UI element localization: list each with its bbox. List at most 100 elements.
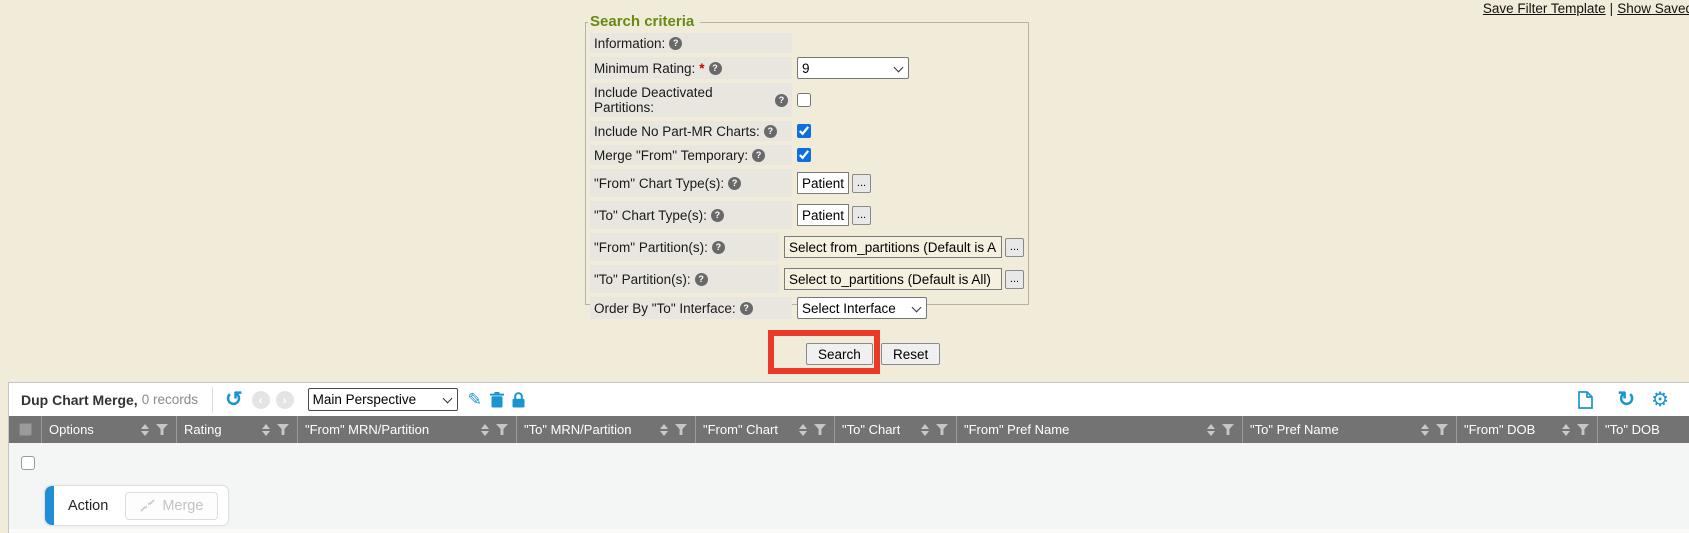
row-checkbox[interactable] [21, 456, 35, 470]
include-deactivated-partitions-label: Include Deactivated Partitions: [594, 85, 771, 115]
perspective-select-wrap: Main Perspective [308, 388, 458, 411]
help-icon[interactable]: ? [728, 177, 741, 190]
header-select-all [9, 416, 42, 443]
filter-icon[interactable] [277, 424, 289, 435]
required-asterisk: * [699, 61, 704, 76]
merge-icon [140, 499, 155, 512]
dup-chart-merge-grid: Dup Chart Merge, 0 records ↺ ‹ › Main Pe… [8, 382, 1689, 533]
filter-icon[interactable] [675, 424, 687, 435]
to-chart-types-input[interactable] [797, 204, 849, 226]
column-header-from-dob[interactable]: "From" DOB [1457, 416, 1598, 443]
column-header-to-pref-name[interactable]: "To" Pref Name [1243, 416, 1457, 443]
new-document-icon[interactable] [1578, 391, 1593, 409]
sort-icon[interactable] [921, 424, 929, 436]
merge-button[interactable]: Merge [125, 492, 218, 520]
settings-gear-icon[interactable]: ⚙ [1651, 390, 1669, 410]
include-deactivated-partitions-checkbox[interactable] [797, 93, 811, 107]
help-icon[interactable]: ? [764, 125, 777, 138]
merge-from-temporary-checkbox[interactable] [797, 148, 811, 162]
to-chart-types-label: "To" Chart Type(s): [594, 208, 707, 223]
action-label: Action [54, 498, 125, 514]
row-minimum-rating: Minimum Rating: *? 9 [590, 57, 1024, 79]
toolbar-divider [212, 387, 213, 413]
search-button[interactable]: Search [806, 343, 873, 365]
sort-icon[interactable] [1421, 424, 1429, 436]
filter-icon[interactable] [1436, 424, 1448, 435]
previous-page-icon[interactable]: ‹ [252, 391, 270, 409]
to-partitions-label: "To" Partition(s): [594, 272, 691, 287]
select-all-checkbox[interactable] [19, 423, 32, 436]
sort-icon[interactable] [660, 424, 668, 436]
refresh-icon[interactable]: ↻ [1617, 389, 1635, 410]
to-partitions-browse-button[interactable]: ... [1005, 270, 1024, 289]
row-order-by-to-interface: Order By "To" Interface:? Select Interfa… [590, 297, 1024, 319]
sort-icon[interactable] [141, 424, 149, 436]
from-chart-types-input[interactable] [797, 172, 849, 194]
sort-icon[interactable] [1562, 424, 1570, 436]
row-from-chart-types: "From" Chart Type(s):? ... [590, 169, 1024, 197]
save-filter-template-link[interactable]: Save Filter Template [1483, 1, 1606, 16]
grid-title: Dup Chart Merge, [21, 392, 138, 408]
help-icon[interactable]: ? [695, 273, 708, 286]
perspective-select[interactable]: Main Perspective [308, 388, 458, 411]
row-from-partitions: "From" Partition(s):? ... [590, 233, 1024, 261]
action-panel: Action Merge [44, 485, 229, 526]
minimum-rating-select-wrap: 9 [797, 57, 909, 79]
merge-button-label: Merge [162, 498, 203, 514]
filter-icon[interactable] [156, 424, 168, 435]
filter-icon[interactable] [1577, 424, 1589, 435]
grid-toolbar: Dup Chart Merge, 0 records ↺ ‹ › Main Pe… [9, 383, 1689, 416]
to-partitions-input[interactable] [784, 268, 1002, 290]
column-header-from-mrn-partition[interactable]: "From" MRN/Partition [298, 416, 517, 443]
filter-icon[interactable] [936, 424, 948, 435]
undo-icon[interactable]: ↺ [225, 389, 243, 410]
next-page-icon[interactable]: › [276, 391, 294, 409]
action-accent-bar [45, 486, 54, 525]
help-icon[interactable]: ? [711, 209, 724, 222]
help-icon[interactable]: ? [669, 37, 682, 50]
search-criteria-fieldset: Search criteria Information:? Minimum Ra… [585, 22, 1029, 305]
row-to-partitions: "To" Partition(s):? ... [590, 265, 1024, 293]
help-icon[interactable]: ? [775, 94, 788, 107]
from-chart-types-browse-button[interactable]: ... [852, 174, 871, 193]
grid-header-row: Options Rating "From" MRN/Partition "To"… [9, 416, 1689, 443]
include-no-part-mr-charts-checkbox[interactable] [797, 124, 811, 138]
column-header-to-chart[interactable]: "To" Chart [835, 416, 957, 443]
reset-button[interactable]: Reset [881, 343, 940, 365]
to-chart-types-browse-button[interactable]: ... [852, 206, 871, 225]
filter-icon[interactable] [814, 424, 826, 435]
column-header-from-chart[interactable]: "From" Chart [696, 416, 835, 443]
from-partitions-input[interactable] [784, 236, 1002, 258]
merge-from-temporary-label: Merge "From" Temporary: [594, 148, 748, 163]
lock-perspective-icon[interactable] [512, 392, 525, 408]
from-partitions-browse-button[interactable]: ... [1005, 238, 1024, 257]
help-icon[interactable]: ? [712, 241, 725, 254]
help-icon[interactable]: ? [709, 62, 722, 75]
column-header-to-dob[interactable]: "To" DOB [1598, 416, 1689, 443]
column-header-rating[interactable]: Rating [177, 416, 298, 443]
minimum-rating-label: Minimum Rating: [594, 61, 695, 76]
delete-perspective-icon[interactable] [490, 392, 504, 408]
row-information: Information:? [590, 33, 1024, 53]
filter-icon[interactable] [1222, 424, 1234, 435]
sort-icon[interactable] [262, 424, 270, 436]
from-partitions-label: "From" Partition(s): [594, 240, 708, 255]
search-criteria-title: Search criteria [588, 13, 700, 30]
column-header-from-pref-name[interactable]: "From" Pref Name [957, 416, 1243, 443]
filter-icon[interactable] [496, 424, 508, 435]
column-header-to-mrn-partition[interactable]: "To" MRN/Partition [517, 416, 696, 443]
include-no-part-mr-charts-label: Include No Part-MR Charts: [594, 124, 760, 139]
row-to-chart-types: "To" Chart Type(s):? ... [590, 201, 1024, 229]
from-chart-types-label: "From" Chart Type(s): [594, 176, 724, 191]
help-icon[interactable]: ? [752, 149, 765, 162]
help-icon[interactable]: ? [740, 302, 753, 315]
show-saved-link[interactable]: Show Saved [1617, 1, 1689, 16]
minimum-rating-select[interactable]: 9 [797, 57, 909, 79]
sort-icon[interactable] [481, 424, 489, 436]
edit-perspective-icon[interactable]: ✎ [468, 390, 482, 410]
sort-icon[interactable] [799, 424, 807, 436]
grid-body: Action Merge [9, 443, 1689, 533]
order-by-interface-select[interactable]: Select Interface [797, 297, 927, 319]
column-header-options[interactable]: Options [42, 416, 177, 443]
sort-icon[interactable] [1207, 424, 1215, 436]
